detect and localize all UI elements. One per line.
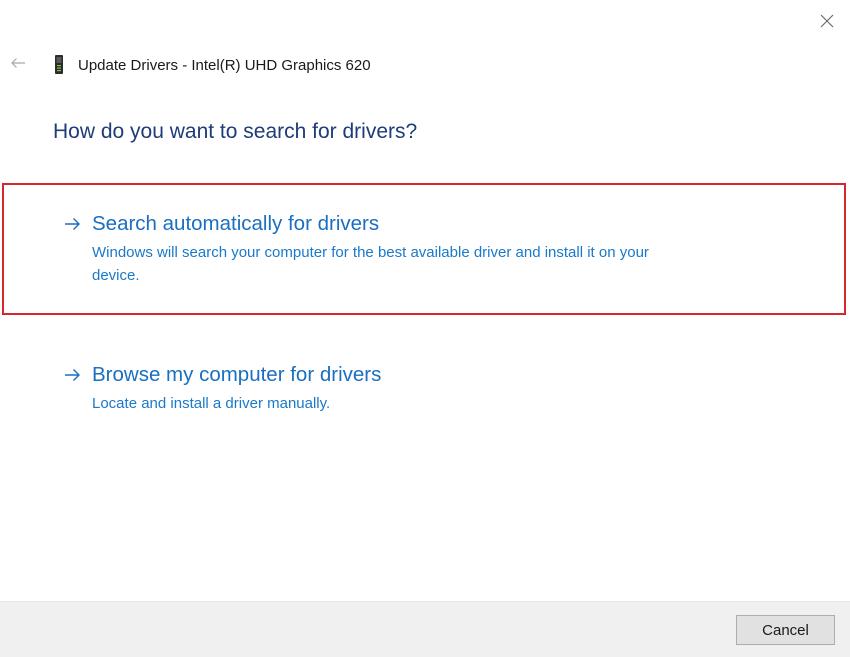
title-bar: Update Drivers - Intel(R) UHD Graphics 6… [52,52,371,78]
display-adapter-icon [52,54,66,76]
close-icon [820,14,834,28]
arrow-right-icon [64,368,81,382]
option-description: Locate and install a driver manually. [92,395,331,412]
update-drivers-window: Update Drivers - Intel(R) UHD Graphics 6… [0,0,850,657]
back-arrow-icon [11,58,25,68]
close-button[interactable] [811,6,843,36]
window-title: Update Drivers - Intel(R) UHD Graphics 6… [78,56,371,74]
option-title[interactable]: Browse my computer for drivers [92,363,381,387]
cancel-button[interactable]: Cancel [736,615,835,645]
page-heading: How do you want to search for drivers? [53,120,418,143]
browse-computer-option[interactable]: Browse my computer for drivers Locate an… [64,361,692,415]
back-button[interactable] [6,52,30,74]
highlight-box [2,183,846,315]
footer-bar [0,601,850,657]
